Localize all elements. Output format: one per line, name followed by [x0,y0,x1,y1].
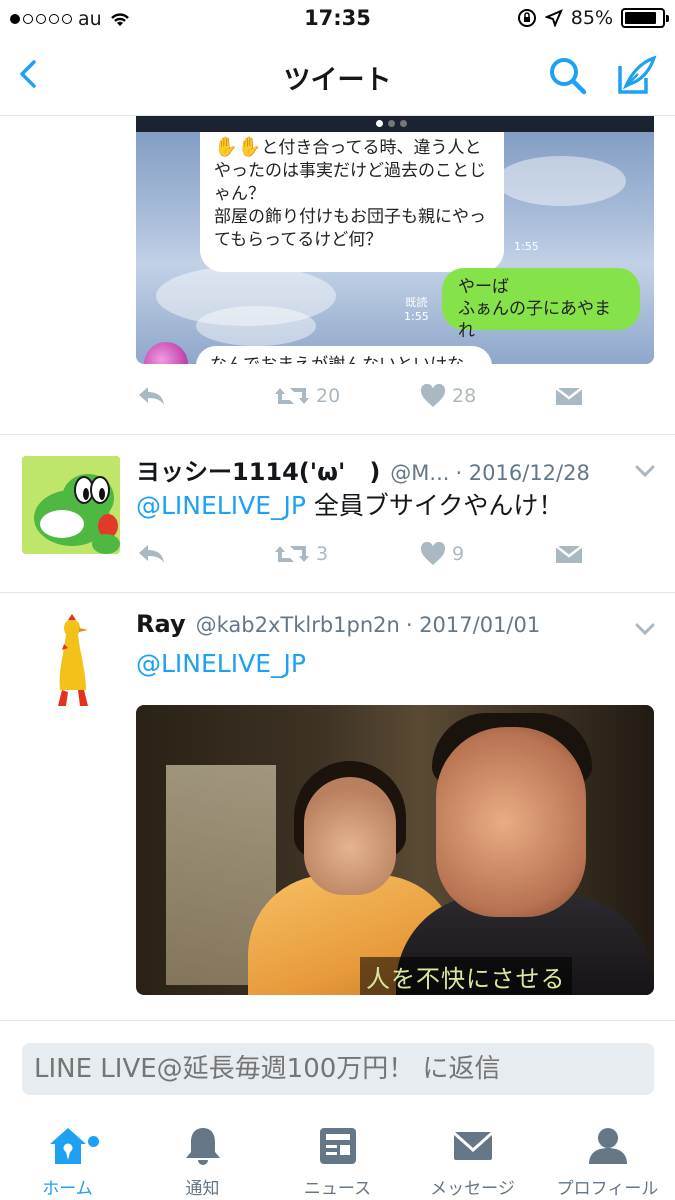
chevron-down-icon[interactable] [632,616,658,642]
new-content-dot [88,1136,99,1147]
chat-line: ゃん？ [214,184,265,204]
tab-bar: ホーム 通知 ニュース メッセージ プロフィール [0,1110,675,1200]
man-face [436,727,586,917]
avatar[interactable] [30,614,110,710]
tab-notifications[interactable]: 通知 [135,1124,270,1199]
dm-share-button[interactable] [554,384,584,408]
retweet-icon [275,388,309,404]
hands-emoji-icon: ✋✋ [214,136,262,158]
divider [0,592,675,593]
battery-percent: 85% [570,7,613,29]
tv-subtitle: 人を不快にさせる [360,957,572,995]
chat-avatar [144,342,188,364]
compose-icon[interactable] [612,52,660,100]
chat-line: てもらってるけど何？ [214,230,383,250]
chat-line: と付き合ってる時、違う人と [261,138,482,158]
chevron-down-icon[interactable] [632,458,658,484]
heart-icon [420,384,446,407]
like-button[interactable]: 28 [420,384,476,408]
envelope-icon [555,545,583,563]
retweet-count: 20 [316,385,341,407]
tab-home[interactable]: ホーム [0,1124,135,1199]
heart-icon [420,542,446,565]
media-page-bar [136,116,654,132]
like-button[interactable]: 9 [420,542,464,566]
reply-input[interactable] [22,1043,654,1095]
person-icon [588,1128,627,1164]
search-icon[interactable] [546,54,590,98]
retweet-count: 3 [316,543,329,565]
like-count: 9 [452,543,465,565]
mention-link[interactable]: @LINELIVE_JP [136,491,306,520]
tweet-media-tv-still[interactable]: 人を不快にさせる [136,705,654,995]
reply-button[interactable] [136,542,166,566]
tab-label: メッセージ [430,1179,515,1199]
user-handle[interactable]: @kab2xTklrb1pn2n [196,613,400,637]
status-bar: au 17:35 85% [0,0,675,38]
user-handle[interactable]: @M... [390,461,449,485]
tweet-media-chat-screenshot[interactable]: ✋✋と付き合ってる時、違う人と やったのは事実だけど過去のことじ ゃん？ 部屋の… [136,116,654,364]
tweet-header: ヨッシー1114('ω' ) @M... · 2016/12/28 [136,452,590,487]
retweet-button[interactable]: 20 [274,384,340,408]
tab-label: ニュース [303,1179,372,1199]
retweet-button[interactable]: 3 [274,542,328,566]
tab-messages[interactable]: メッセージ [405,1124,540,1199]
chat-read-receipt: 既読 1:55 [404,296,429,323]
rotation-lock-icon [517,9,536,27]
reply-button[interactable] [136,384,166,408]
tweet-text: @LINELIVE_JP 全員ブサイクやんけ！ [136,490,563,522]
reply-bar [0,1020,675,1110]
chat-bubble-received: ✋✋と付き合ってる時、違う人と やったのは事実だけど過去のことじ ゃん？ 部屋の… [200,132,504,272]
tweet-actions: 20 28 [136,384,596,418]
display-name[interactable]: ヨッシー1114('ω' ) [136,452,380,487]
tab-profile[interactable]: プロフィール [540,1124,675,1199]
home-icon [49,1128,86,1164]
tab-label: ホーム [42,1179,93,1199]
reply-icon [139,545,164,563]
divider [0,434,675,435]
avatar[interactable] [22,456,120,554]
display-name[interactable]: Ray [136,610,186,638]
tweet-date: · 2016/12/28 [455,461,590,485]
chat-line: 部屋の飾り付けもお団子も親にやっ [214,207,486,227]
tweet-actions: 3 9 [136,542,596,576]
chat-bubble-partial: なんでおまえが謝んないといけない [196,346,492,364]
rubber-chicken-avatar-icon [58,614,88,706]
status-right: 85% [517,7,669,29]
chat-line: やったのは事実だけど過去のことじ [214,161,486,181]
chat-bubble-sent: やーば ふぁんの子にあやまれ [442,268,640,341]
reply-icon [139,387,164,405]
tweet-date: · 2017/01/01 [405,613,541,637]
tab-label: プロフィール [556,1179,659,1199]
news-icon [319,1128,356,1164]
dm-share-button[interactable] [554,542,584,566]
tweet-header: Ray @kab2xTklrb1pn2n · 2017/01/01 [136,610,540,642]
bell-icon [185,1128,220,1165]
location-icon [544,9,563,27]
battery-icon [621,8,669,28]
tweet-body: 全員ブサイクやんけ！ [305,491,564,520]
tweet-text: @LINELIVE_JP [136,648,306,680]
tab-label: 通知 [185,1179,220,1199]
nav-bar: ツイート [0,38,675,116]
envelope-icon [452,1131,493,1160]
yoshi-avatar-icon [22,456,120,554]
retweet-icon [275,546,309,562]
envelope-icon [555,387,583,405]
like-count: 28 [452,385,477,407]
tab-news[interactable]: ニュース [270,1124,405,1199]
page-indicator [376,120,407,127]
woman-face [304,777,396,895]
chat-timestamp: 1:55 [514,240,539,253]
mention-link[interactable]: @LINELIVE_JP [136,649,306,678]
